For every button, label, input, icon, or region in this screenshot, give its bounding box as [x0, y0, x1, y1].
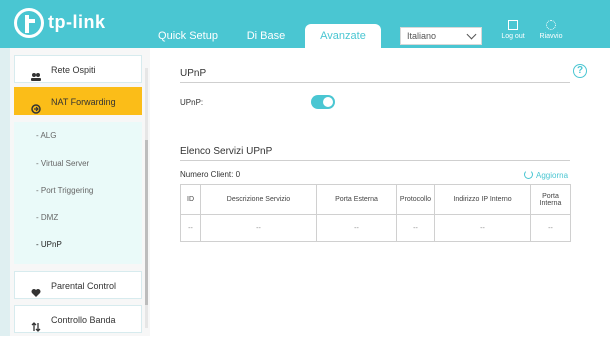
client-count: Numero Client: 0: [180, 170, 241, 179]
submenu-item-alg[interactable]: - ALG: [36, 131, 56, 140]
sidebar-scroll-thumb[interactable]: [145, 140, 148, 305]
refresh-label: Aggiorna: [536, 171, 569, 180]
tab-avanzate[interactable]: Avanzate: [305, 24, 381, 48]
tp-link-logo: tp-link: [14, 8, 134, 40]
tab-di-base[interactable]: Di Base: [238, 24, 294, 48]
sidebar-item-label: NAT Forwarding: [51, 97, 116, 107]
nat-icon: [31, 97, 41, 114]
table-cell: --: [200, 214, 317, 242]
table-header-row: ID Descrizione Servizio Porta Esterna Pr…: [180, 184, 571, 215]
submenu-item-upnp[interactable]: - UPnP: [36, 240, 62, 249]
logo-mark-icon: [14, 8, 44, 38]
submenu-item-virtual-server[interactable]: - Virtual Server: [36, 159, 89, 168]
help-button[interactable]: ?: [573, 64, 587, 78]
column-header: ID: [180, 184, 201, 215]
table-cell: --: [530, 214, 571, 242]
table-cell: --: [316, 214, 397, 242]
logout-label: Log out: [501, 33, 525, 40]
tab-quick-setup[interactable]: Quick Setup: [152, 24, 224, 48]
services-divider: [180, 160, 570, 161]
table-cell: --: [180, 214, 201, 242]
upnp-services-table: ID Descrizione Servizio Porta Esterna Pr…: [180, 184, 571, 242]
submenu-item-dmz[interactable]: - DMZ: [36, 213, 58, 222]
column-header: Porta Esterna: [316, 184, 397, 215]
column-header: Porta Interna: [530, 184, 571, 215]
sidebar-strip: [0, 48, 10, 336]
logout-icon: [508, 20, 518, 30]
upnp-section-title: UPnP: [180, 68, 207, 79]
table-cell: --: [434, 214, 531, 242]
language-value: Italiano: [407, 31, 437, 41]
sidebar-item-controllo-banda[interactable]: Controllo Banda: [14, 305, 142, 333]
upnp-divider: [180, 82, 570, 83]
sidebar-item-label: Controllo Banda: [51, 315, 116, 325]
heart-icon: [31, 281, 41, 297]
toggle-knob: [323, 97, 333, 107]
upnp-field-label: UPnP:: [180, 98, 204, 107]
refresh-button[interactable]: Aggiorna: [524, 170, 568, 180]
reboot-button[interactable]: Riavvio: [536, 20, 566, 40]
refresh-icon: [524, 170, 533, 179]
bandwidth-icon: [31, 315, 41, 332]
sidebar-item-label: Rete Ospiti: [51, 65, 96, 75]
logout-button[interactable]: Log out: [498, 20, 528, 40]
column-header: Descrizione Servizio: [200, 184, 317, 215]
language-select[interactable]: Italiano: [400, 27, 482, 45]
table-row: -- -- -- -- -- --: [180, 214, 571, 242]
sidebar-item-label: Parental Control: [51, 281, 117, 291]
guests-icon: [31, 65, 41, 81]
table-cell: --: [396, 214, 435, 242]
column-header: Indirizzo IP Interno: [434, 184, 531, 215]
sidebar-item-nat-forwarding[interactable]: NAT Forwarding: [14, 87, 142, 115]
reboot-label: Riavvio: [539, 33, 563, 40]
services-section-title: Elenco Servizi UPnP: [180, 146, 273, 157]
submenu-item-port-triggering[interactable]: - Port Triggering: [36, 186, 93, 195]
upnp-toggle[interactable]: [311, 95, 335, 109]
chevron-down-icon: [466, 29, 477, 40]
column-header: Protocollo: [396, 184, 435, 215]
sidebar-item-parental-control[interactable]: Parental Control: [14, 271, 142, 299]
reboot-icon: [546, 20, 556, 30]
top-header: tp-link Quick Setup Di Base Avanzate Ita…: [0, 0, 610, 48]
brand-name: tp-link: [48, 12, 106, 32]
sidebar-item-rete-ospiti[interactable]: Rete Ospiti: [14, 55, 142, 83]
